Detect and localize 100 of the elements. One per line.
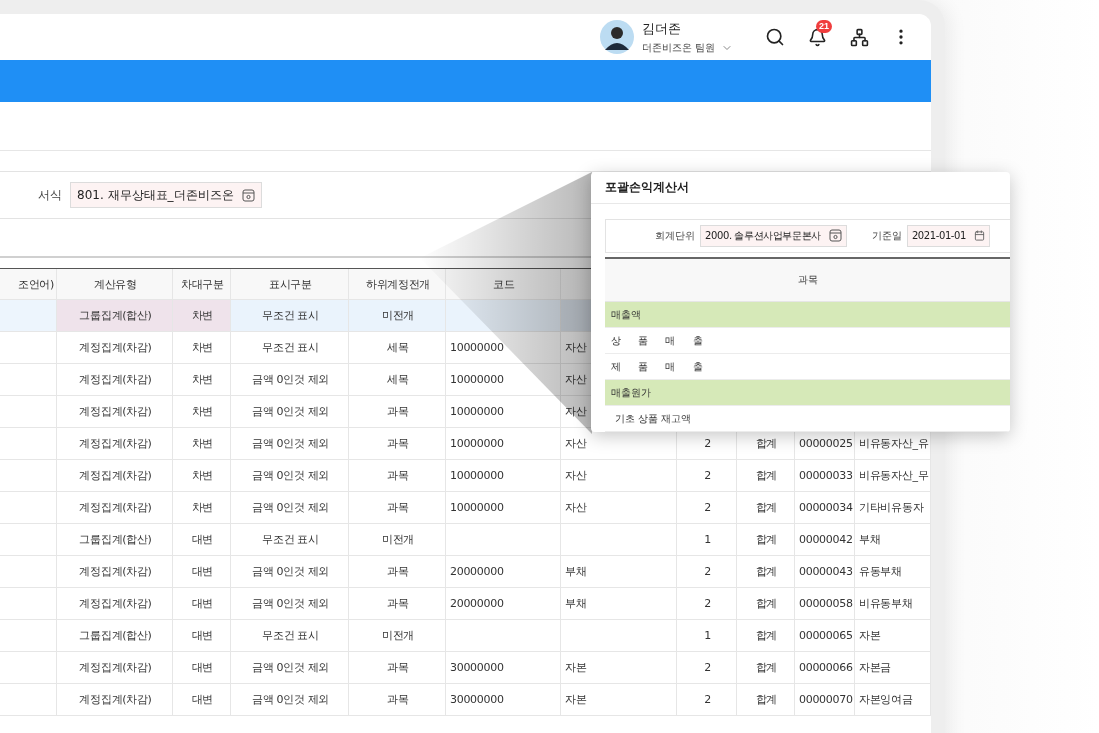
table-cell: 합계 — [737, 460, 795, 492]
table-cell: 계정집계(차감) — [57, 332, 173, 364]
table-cell: 00000058 — [795, 588, 855, 620]
table-cell: 2 — [677, 588, 737, 620]
table-cell: 차변 — [173, 364, 231, 396]
table-cell: 과목 — [349, 684, 446, 716]
user-name: 김더존 — [641, 19, 682, 38]
table-cell: 자본금 — [855, 652, 931, 684]
table-cell: 차변 — [173, 396, 231, 428]
lookup-field[interactable]: 2000. 솔루션사업부문본사 — [700, 224, 847, 247]
column-header: 조언어) — [0, 269, 57, 300]
table-cell: 대변 — [173, 588, 231, 620]
table-cell: 00000070 — [795, 684, 855, 716]
format-field[interactable]: 801. 재무상태표_더존비즈온 — [70, 182, 262, 208]
table-cell: 20000000 — [446, 588, 561, 620]
column-header: 표시구분 — [231, 269, 349, 300]
table-cell: 금액 0인것 제외 — [231, 428, 349, 460]
table-cell: 자본 — [561, 652, 677, 684]
column-header: 과목 — [605, 259, 1010, 302]
table-cell: 1 — [677, 524, 737, 556]
table-cell: 10000000 — [446, 428, 561, 460]
table-cell: 과목 — [349, 460, 446, 492]
table-cell: 합계 — [737, 652, 795, 684]
group-row: 매출액 — [605, 302, 1010, 328]
table-cell: 무조건 표시 — [231, 524, 349, 556]
table-cell: 세목 — [349, 364, 446, 396]
table-cell: 1 — [677, 620, 737, 652]
column-header: 하위계정전개 — [349, 269, 446, 300]
table-cell: 합계 — [737, 588, 795, 620]
table-cell: 계정집계(차감) — [57, 652, 173, 684]
table-cell: 과목 — [349, 588, 446, 620]
column-header: 계산유형 — [57, 269, 173, 300]
table-cell: 10000000 — [446, 460, 561, 492]
table-cell: 30000000 — [446, 684, 561, 716]
table-cell: 과목 — [349, 428, 446, 460]
table-cell: 계정집계(차감) — [57, 492, 173, 524]
table-cell: 금액 0인것 제외 — [231, 652, 349, 684]
table-cell: 부채 — [561, 588, 677, 620]
account-row: 기초 상품 재고액 — [605, 406, 1010, 432]
table-cell: 유동부채 — [855, 556, 931, 588]
table-cell: 자본잉여금 — [855, 684, 931, 716]
field-label: 회계단위 — [655, 228, 696, 243]
table-cell: 금액 0인것 제외 — [231, 460, 349, 492]
table-cell: 대변 — [173, 524, 231, 556]
table-cell: 00000065 — [795, 620, 855, 652]
table-cell: 합계 — [737, 684, 795, 716]
table-cell: 그룹집계(합산) — [57, 300, 173, 332]
table-cell: 금액 0인것 제외 — [231, 588, 349, 620]
table-cell: 부채 — [855, 524, 931, 556]
table-cell: 00000034 — [795, 492, 855, 524]
table-cell: 금액 0인것 제외 — [231, 492, 349, 524]
table-cell: 대변 — [173, 684, 231, 716]
popup-title: 포괄손익계산서 — [591, 172, 1010, 204]
table-cell: 차변 — [173, 332, 231, 364]
table-cell: 20000000 — [446, 556, 561, 588]
table-cell: 미전개 — [349, 524, 446, 556]
table-cell: 2 — [677, 684, 737, 716]
table-cell: 계정집계(차감) — [57, 556, 173, 588]
table-cell: 계정집계(차감) — [57, 684, 173, 716]
account-row: 상 품 매 출 — [605, 328, 1010, 354]
account-row: 제 품 매 출 — [605, 354, 1010, 380]
table-cell: 자산 — [561, 492, 677, 524]
table-cell: 무조건 표시 — [231, 300, 349, 332]
group-row: 매출원가 — [605, 380, 1010, 406]
notification-badge: 21 — [816, 20, 832, 33]
table-cell: 차변 — [173, 460, 231, 492]
date-field[interactable]: 2021-01-01 — [906, 224, 990, 247]
column-header: 차대구분 — [173, 269, 231, 300]
table-cell: 계정집계(차감) — [57, 428, 173, 460]
table-cell: 10000000 — [446, 492, 561, 524]
table-cell: 00000042 — [795, 524, 855, 556]
table-cell: 2 — [677, 460, 737, 492]
table-cell: 10000000 — [446, 396, 561, 428]
table-cell: 금액 0인것 제외 — [231, 396, 349, 428]
table-cell: 무조건 표시 — [231, 332, 349, 364]
table-cell: 세목 — [349, 332, 446, 364]
table-cell: 차변 — [173, 300, 231, 332]
table-cell: 부채 — [561, 556, 677, 588]
table-cell: 합계 — [737, 524, 795, 556]
table-cell: 계정집계(차감) — [57, 588, 173, 620]
table-cell: 합계 — [737, 556, 795, 588]
table-cell: 자산 — [561, 460, 677, 492]
table-cell: 그룹집계(합산) — [57, 620, 173, 652]
table-cell: 계정집계(차감) — [57, 396, 173, 428]
user-role: 더존비즈온 팀원 — [641, 40, 715, 55]
table-cell: 과목 — [349, 492, 446, 524]
table-cell: 자본 — [855, 620, 931, 652]
table-cell: 과목 — [349, 652, 446, 684]
table-cell: 대변 — [173, 620, 231, 652]
field-label: 기준일 — [871, 228, 902, 243]
table-cell: 2 — [677, 556, 737, 588]
table-cell: 금액 0인것 제외 — [231, 364, 349, 396]
table-cell: 차변 — [173, 492, 231, 524]
table-cell: 계정집계(차감) — [57, 460, 173, 492]
table-cell: 비유동부채 — [855, 588, 931, 620]
table-cell: 00000066 — [795, 652, 855, 684]
table-cell: 차변 — [173, 428, 231, 460]
table-cell: 2 — [677, 652, 737, 684]
table-cell: 그룹집계(합산) — [57, 524, 173, 556]
table-cell: 자본 — [561, 684, 677, 716]
